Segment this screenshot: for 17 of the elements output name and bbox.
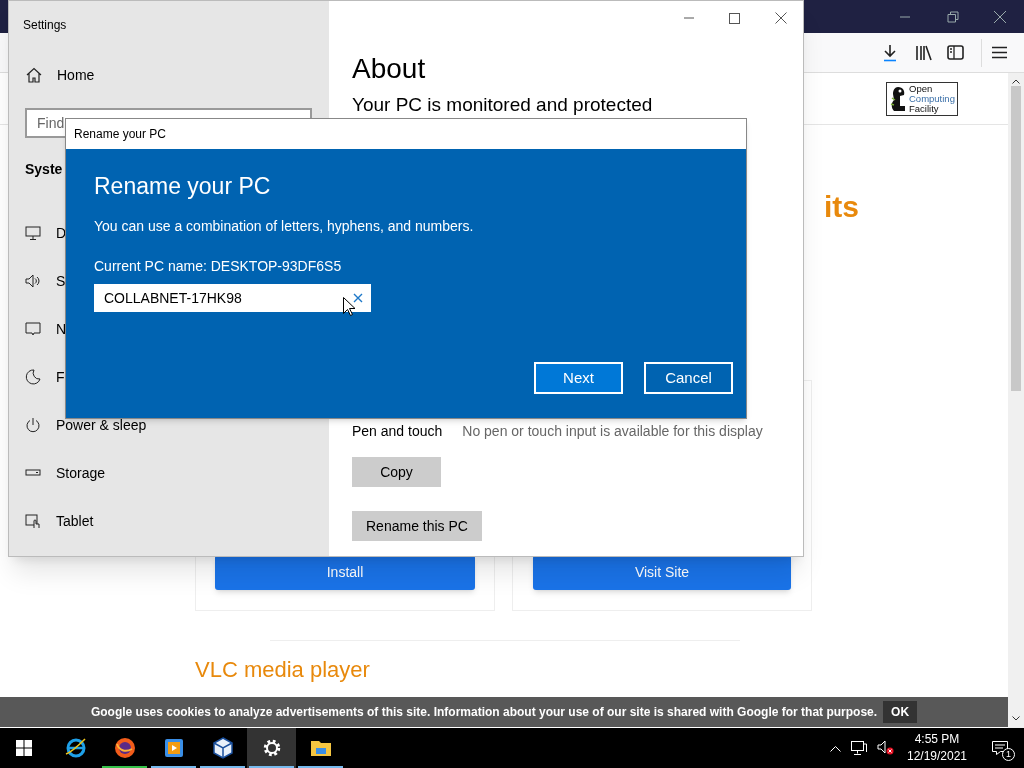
notification-count: 1 [1002,748,1015,761]
dialog-description: You can use a combination of letters, hyphens, and numbers. [94,216,474,236]
section-title: VLC media player [195,657,370,682]
dialog-title: Rename your PC [74,126,167,143]
page-title: About [352,52,426,86]
dialog-heading: Rename your PC [94,171,271,201]
logo-text: Open [909,83,933,94]
logo-text: Facility [909,103,939,114]
heading-fragment: its [824,189,859,225]
window-title: Settings [23,18,67,32]
cookie-notice: Google uses cookies to analyze advertisements of this site. Information about your use of our site is shared with Google for that purpose. [90,704,878,721]
logo-text: Computing [909,93,955,104]
pen-label: Pen and touch [352,421,443,441]
pen-value: No pen or touch input is available for this display [462,421,763,441]
current-name: Current PC name: DESKTOP-93DF6S5 [94,256,342,276]
status-text: Your PC is monitored and protected [352,92,653,117]
section-heading: Syste [25,159,63,179]
